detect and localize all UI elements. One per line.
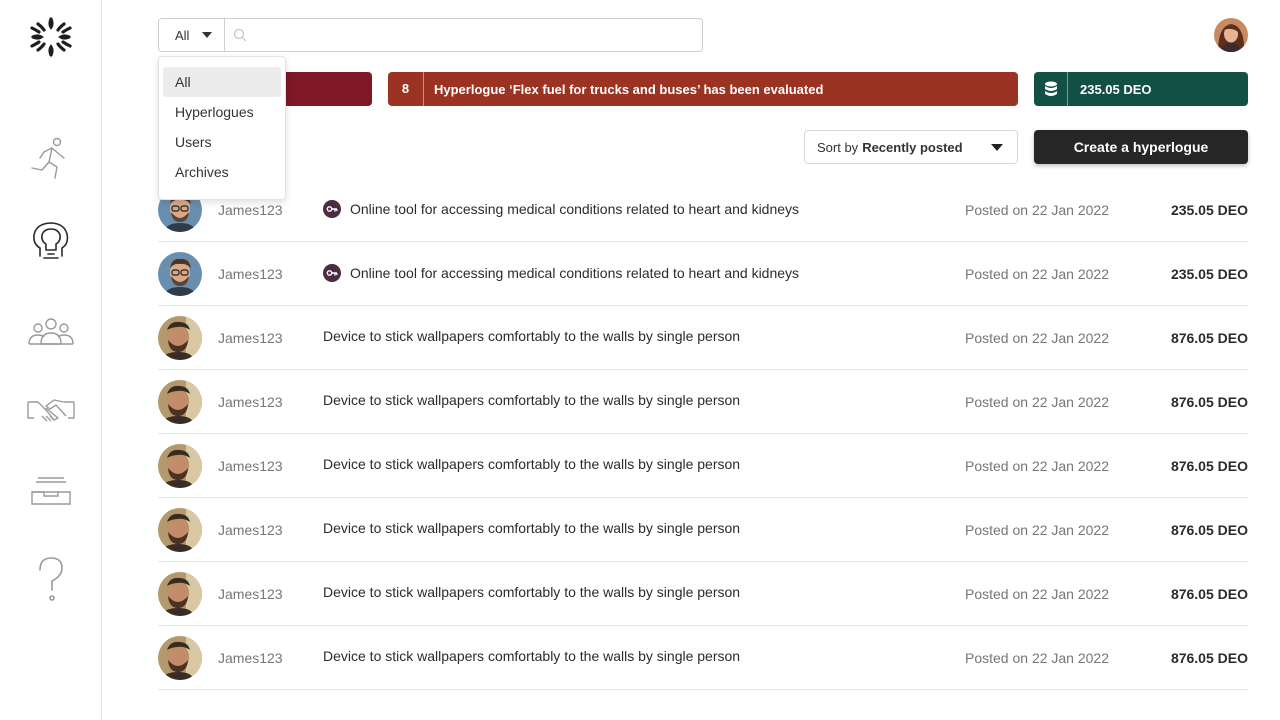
chevron-down-icon xyxy=(202,32,212,38)
table-row[interactable]: James123 Device to stick wallpapers comfo… xyxy=(158,306,1248,370)
user-avatar[interactable] xyxy=(1214,18,1248,52)
avatar[interactable] xyxy=(158,444,202,488)
search-icon xyxy=(225,19,255,51)
nav-people-icon[interactable] xyxy=(26,304,76,354)
chevron-down-icon xyxy=(991,144,1003,151)
row-date: Posted on 22 Jan 2022 xyxy=(965,650,1110,666)
row-amount: 876.05 DEO xyxy=(1170,458,1248,474)
nav-help-icon[interactable] xyxy=(26,554,76,604)
row-title-wrap[interactable]: Device to stick wallpapers comfortably t… xyxy=(323,648,740,664)
row-date: Posted on 22 Jan 2022 xyxy=(965,330,1110,346)
row-title-wrap[interactable]: Device to stick wallpapers comfortably t… xyxy=(323,456,740,472)
table-row[interactable]: James123 Device to stick wallpapers comfo… xyxy=(158,562,1248,626)
row-title: Device to stick wallpapers comfortably t… xyxy=(323,584,741,600)
row-title: Online tool for accessing medical condit… xyxy=(350,201,800,217)
search-filter-value: All xyxy=(175,27,190,43)
row-date: Posted on 22 Jan 2022 xyxy=(965,586,1110,602)
nav-runner-icon[interactable] xyxy=(26,134,76,184)
notification-banner[interactable]: 8 Hyperlogue ‘Flex fuel for trucks and b… xyxy=(388,72,1018,106)
table-row[interactable]: James123 Device to stick wallpapers comfo… xyxy=(158,370,1248,434)
hyperlogue-list: James123 Online tool for accessing medica… xyxy=(158,178,1248,690)
nav-handshake-icon[interactable] xyxy=(26,386,76,436)
search-filter-dropdown: All Hyperlogues Users Archives xyxy=(158,56,286,200)
avatar[interactable] xyxy=(158,252,202,296)
dropdown-option-users[interactable]: Users xyxy=(163,127,281,157)
dropdown-option-hyperlogues[interactable]: Hyperlogues xyxy=(163,97,281,127)
database-icon xyxy=(1034,72,1068,106)
row-username[interactable]: James123 xyxy=(218,650,283,666)
row-date: Posted on 22 Jan 2022 xyxy=(965,394,1110,410)
table-row[interactable]: James123 Device to stick wallpapers comfo… xyxy=(158,626,1248,690)
notification-count: 8 xyxy=(388,72,424,106)
table-row[interactable]: James123 Device to stick wallpapers comfo… xyxy=(158,434,1248,498)
row-title: Device to stick wallpapers comfortably t… xyxy=(323,520,741,536)
row-username[interactable]: James123 xyxy=(218,522,283,538)
dropdown-option-all[interactable]: All xyxy=(163,67,281,97)
row-title-wrap[interactable]: Device to stick wallpapers comfortably t… xyxy=(323,584,740,600)
nav-inbox-icon[interactable] xyxy=(26,466,76,516)
row-date: Posted on 22 Jan 2022 xyxy=(965,458,1110,474)
row-amount: 876.05 DEO xyxy=(1170,394,1248,410)
balance-amount: 235.05 DEO xyxy=(1080,81,1152,97)
row-amount: 235.05 DEO xyxy=(1170,266,1248,282)
table-row[interactable]: James123 Device to stick wallpapers comfo… xyxy=(158,498,1248,562)
row-title: Device to stick wallpapers comfortably t… xyxy=(323,392,741,408)
row-username[interactable]: James123 xyxy=(218,330,283,346)
avatar[interactable] xyxy=(158,316,202,360)
sidebar xyxy=(0,0,102,720)
row-username[interactable]: James123 xyxy=(218,394,283,410)
avatar[interactable] xyxy=(158,572,202,616)
row-username[interactable]: James123 xyxy=(218,202,283,218)
row-amount: 876.05 DEO xyxy=(1170,650,1248,666)
row-title: Device to stick wallpapers comfortably t… xyxy=(323,328,741,344)
row-title-wrap[interactable]: Device to stick wallpapers comfortably t… xyxy=(323,328,740,344)
create-hyperlogue-button[interactable]: Create a hyperlogue xyxy=(1034,130,1248,164)
row-date: Posted on 22 Jan 2022 xyxy=(965,522,1110,538)
avatar[interactable] xyxy=(158,636,202,680)
sort-value: Recently posted xyxy=(862,139,963,155)
row-amount: 876.05 DEO xyxy=(1170,330,1248,346)
row-username[interactable]: James123 xyxy=(218,266,283,282)
row-username[interactable]: James123 xyxy=(218,458,283,474)
row-title: Online tool for accessing medical condit… xyxy=(350,265,800,281)
search-bar: All xyxy=(158,18,703,52)
key-icon xyxy=(323,200,341,218)
row-title-wrap[interactable]: Online tool for accessing medical condit… xyxy=(323,200,799,218)
table-row[interactable]: James123 Online tool for accessing medica… xyxy=(158,178,1248,242)
row-amount: 876.05 DEO xyxy=(1170,586,1248,602)
row-title: Device to stick wallpapers comfortably t… xyxy=(323,648,741,664)
row-title-wrap[interactable]: Online tool for accessing medical condit… xyxy=(323,264,799,282)
nav-head-lightbulb-icon[interactable] xyxy=(26,218,76,268)
search-filter-select[interactable]: All xyxy=(159,19,225,51)
key-icon xyxy=(323,264,341,282)
row-amount: 235.05 DEO xyxy=(1170,202,1248,218)
avatar[interactable] xyxy=(158,508,202,552)
row-username[interactable]: James123 xyxy=(218,586,283,602)
notification-message: Hyperlogue ‘Flex fuel for trucks and bus… xyxy=(434,81,824,97)
sort-select[interactable]: Sort by Recently posted xyxy=(804,130,1018,164)
avatar[interactable] xyxy=(158,380,202,424)
row-date: Posted on 22 Jan 2022 xyxy=(965,266,1110,282)
table-row[interactable]: James123 Online tool for accessing medica… xyxy=(158,242,1248,306)
row-amount: 876.05 DEO xyxy=(1170,522,1248,538)
row-date: Posted on 22 Jan 2022 xyxy=(965,202,1110,218)
balance-banner[interactable]: 235.05 DEO xyxy=(1034,72,1248,106)
logo-icon[interactable] xyxy=(28,14,74,60)
dropdown-option-archives[interactable]: Archives xyxy=(163,157,281,187)
search-input[interactable] xyxy=(255,19,702,51)
row-title-wrap[interactable]: Device to stick wallpapers comfortably t… xyxy=(323,392,740,408)
row-title-wrap[interactable]: Device to stick wallpapers comfortably t… xyxy=(323,520,740,536)
sort-prefix: Sort by xyxy=(817,139,859,155)
row-title: Device to stick wallpapers comfortably t… xyxy=(323,456,741,472)
